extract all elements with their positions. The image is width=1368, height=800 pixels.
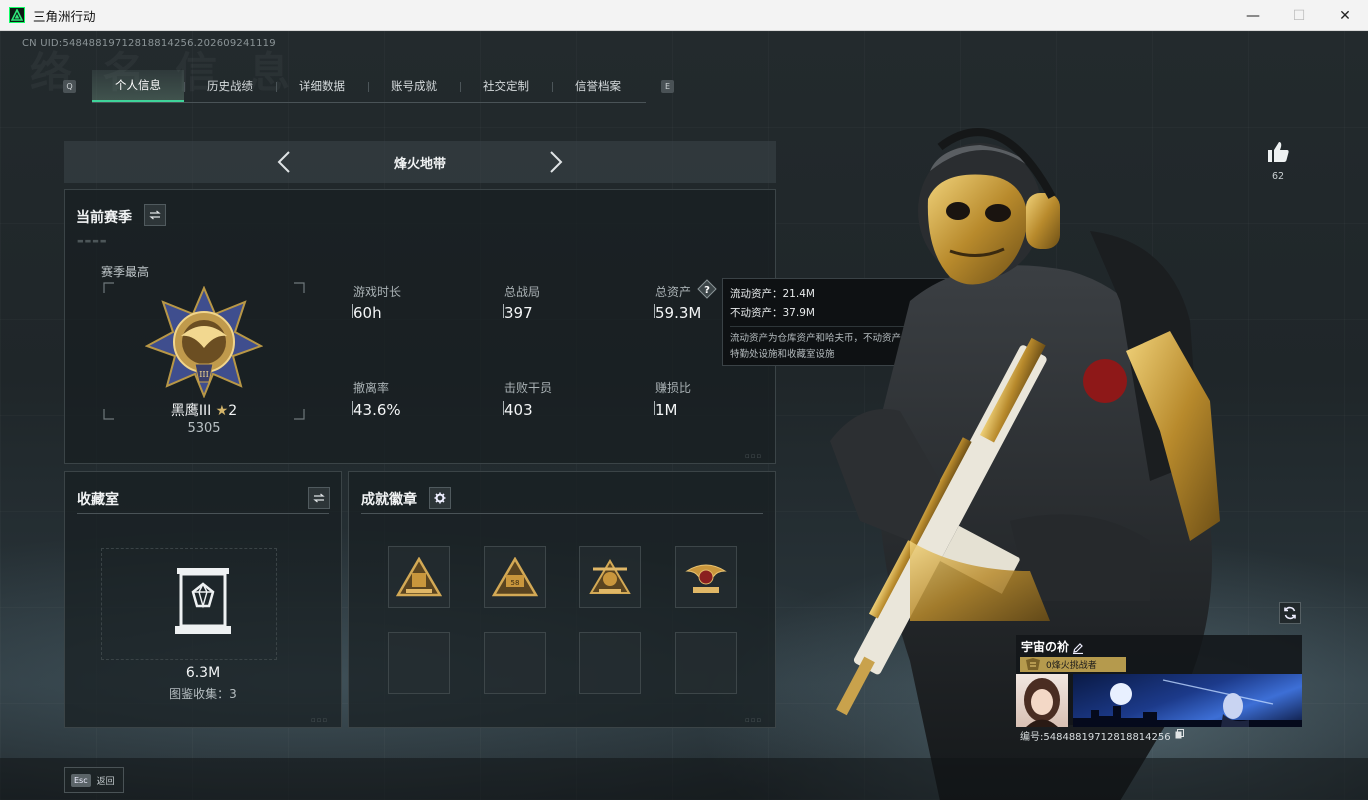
stat-profit-ratio-label: 赚损比 [655,381,692,395]
panel-divider [77,513,329,514]
badge-58-icon: 58 [492,557,538,597]
achievement-badge-slot[interactable] [579,546,641,608]
season-title: 当前赛季 [76,210,132,226]
app-logo-icon [9,7,25,23]
rank-emblem-icon: III [145,286,263,398]
badge-eagle-icon [685,564,727,593]
stat-total-matches-value: 397 [504,304,533,322]
stat-extraction-rate-label: 撤离率 [353,381,390,395]
season-panel: 当前赛季 ▬▬▬▬ 赛季最高 III 黑鹰III ★2 5305 游戏时长 60… [64,189,776,464]
refresh-icon [1284,606,1296,620]
esc-key-hint: Esc [71,773,91,787]
achievement-empty-slot[interactable] [484,632,546,694]
profile-card[interactable]: 宇宙の衸 0烽火挑战者 [1016,635,1302,727]
mode-next-arrow-icon[interactable] [544,149,568,175]
achievement-empty-slot[interactable] [388,632,450,694]
tab-bar: 个人信息 历史战绩 详细数据 账号成就 社交定制 信誉档案 [92,69,646,103]
rank-name: 黑鹰III [170,403,212,419]
stat-play-time-label: 游戏时长 [353,285,402,299]
back-label: 返回 [96,776,115,787]
thumbs-up-icon [1268,142,1289,162]
tab-prev-key-hint[interactable]: Q [63,80,76,93]
svg-text:?: ? [704,285,710,296]
profile-avatar[interactable] [1016,674,1068,727]
achievements-settings-button[interactable] [429,487,451,509]
like-button[interactable] [1266,141,1290,165]
stat-play-time-value: 60h [353,304,382,322]
tab-personal-info[interactable]: 个人信息 [92,69,184,102]
tab-achievements[interactable]: 账号成就 [368,70,460,102]
game-stage: 络 名 信 息 CN UID:5484881971281881​4256.202… [0,31,1368,800]
rank-star-icon: ★ [215,403,229,419]
refresh-button[interactable] [1279,602,1301,624]
achievements-title: 成就徽章 [361,492,417,508]
rank-stars: 2 [228,403,238,419]
rank-name-row: 黑鹰III ★2 [145,400,263,420]
copy-icon[interactable] [1175,729,1184,742]
collection-catalog: 图鉴收集：3 [169,687,237,701]
achievement-badge-slot[interactable]: 58 [484,546,546,608]
profile-id: 编号:5484881971281881​4256 [1020,732,1171,743]
swap-icon [313,493,325,503]
collection-panel: 收藏室 6.3M 图鉴收集：3 ▫▫▫ [64,471,342,728]
profile-name: 宇宙の衸 [1021,640,1070,654]
collection-value: 6.3M [185,665,221,681]
window-title: 三角洲行动 [33,8,96,24]
tab-reputation[interactable]: 信誉档案 [552,70,644,102]
stat-kills-label: 击败干员 [504,381,553,395]
maximize-button[interactable]: ☐ [1276,0,1322,31]
mode-label: 烽火地带 [393,156,446,172]
badge-soldier-icon [589,559,631,594]
tab-next-key-hint[interactable]: E [661,80,674,93]
tab-match-history[interactable]: 历史战绩 [184,70,276,102]
achievement-badge-slot[interactable] [388,546,450,608]
stat-profit-ratio-value: 1M [655,401,678,419]
player-uid: CN UID:5484881971281881​4256.20260924111… [22,38,276,49]
panel-corner-deco: ▫▫▫ [745,452,763,460]
collection-case-icon[interactable] [173,566,233,638]
gear-icon [434,492,446,504]
stat-extraction-rate-value: 43.6% [353,401,401,419]
mode-selector: 烽火地带 [64,141,776,183]
svg-text:58: 58 [511,579,520,587]
panel-corner-deco: ▫▫▫ [745,716,763,724]
back-button[interactable]: Esc 返回 [64,767,124,793]
stat-total-assets-label: 总资产 [655,285,692,299]
bottom-bar [0,758,1368,800]
assets-help-icon[interactable]: ? [697,279,717,299]
badge-triangle-icon [396,557,442,597]
svg-text:III: III [199,370,208,379]
like-count: 62 [1271,171,1285,182]
season-best-label: 赛季最高 [101,265,150,279]
tab-social-custom[interactable]: 社交定制 [460,70,552,102]
mode-prev-arrow-icon[interactable] [272,149,296,175]
profile-id-row: 编号:5484881971281881​4256 [1020,728,1184,743]
achievement-empty-slot[interactable] [675,632,737,694]
stat-kills-value: 403 [504,401,533,419]
minimize-button[interactable]: — [1230,0,1276,31]
stat-total-matches-label: 总战局 [504,285,541,299]
collection-title: 收藏室 [77,492,119,508]
title-badge-icon [1024,657,1042,675]
season-switch-button[interactable] [144,204,166,226]
profile-title-text: 0烽火挑战者 [1046,661,1097,671]
stat-total-assets-value: 59.3M [655,304,702,322]
season-title-deco: ▬▬▬▬ [77,237,108,245]
close-button[interactable]: ✕ [1322,0,1368,31]
edit-name-icon[interactable] [1072,639,1084,658]
achievements-panel: 成就徽章 58 ▫▫▫ [348,471,776,728]
window-titlebar: 三角洲行动 — ☐ ✕ [0,0,1368,31]
achievement-empty-slot[interactable] [579,632,641,694]
profile-banner[interactable] [1073,674,1302,727]
collection-switch-button[interactable] [308,487,330,509]
panel-divider [361,513,763,514]
rank-points: 5305 [187,421,221,436]
swap-icon [149,210,161,220]
panel-corner-deco: ▫▫▫ [311,716,329,724]
achievement-badge-slot[interactable] [675,546,737,608]
tab-detailed-data[interactable]: 详细数据 [276,70,368,102]
profile-title-badge: 0烽火挑战者 [1020,657,1126,672]
